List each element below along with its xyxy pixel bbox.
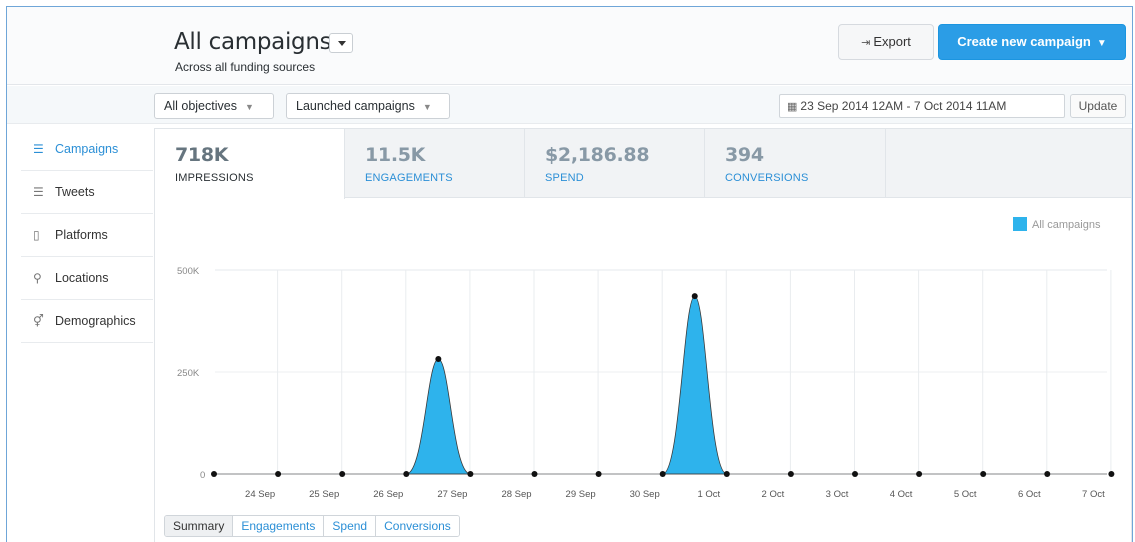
- campaign-status-dropdown[interactable]: Launched campaigns ▼: [286, 93, 450, 119]
- data-point: [531, 471, 538, 477]
- sidebar-item-label: Tweets: [55, 185, 95, 199]
- page-title: All campaigns: [174, 29, 332, 55]
- x-tick-label: 26 Sep: [373, 489, 403, 500]
- x-tick-label: 3 Oct: [826, 489, 849, 500]
- series-area: [406, 358, 471, 475]
- data-point: [659, 471, 666, 477]
- page-header: All campaigns Across all funding sources…: [7, 7, 1132, 85]
- y-tick-label: 250K: [177, 368, 200, 379]
- date-range-input[interactable]: ▦ 23 Sep 2014 12AM - 7 Oct 2014 11AM: [779, 94, 1065, 118]
- data-point: [852, 471, 858, 477]
- data-point: [435, 355, 442, 362]
- date-range-value: 23 Sep 2014 12AM - 7 Oct 2014 11AM: [800, 99, 1007, 113]
- data-point: [467, 471, 474, 477]
- chart-legend: All campaigns: [1013, 217, 1100, 231]
- y-tick-label: 0: [200, 470, 205, 481]
- filter-bar: All objectives ▼ Launched campaigns ▼ ▦ 23 …: [7, 86, 1132, 124]
- data-point: [916, 471, 923, 477]
- sidebar-item-locations[interactable]: ⚲ Locations: [21, 257, 153, 300]
- x-tick-label: 5 Oct: [954, 489, 977, 500]
- x-tick-label: 28 Sep: [501, 489, 531, 500]
- app-window: All campaigns Across all funding sources…: [6, 6, 1133, 542]
- objectives-dropdown[interactable]: All objectives ▼: [154, 93, 274, 119]
- sidebar-item-label: Demographics: [55, 314, 136, 328]
- export-icon: ⇥: [861, 37, 871, 49]
- device-icon: ▯: [33, 228, 40, 242]
- main-content: 718K IMPRESSIONS 11.5K ENGAGEMENTS $2,18…: [154, 128, 1132, 542]
- sidebar-item-tweets[interactable]: ☰ Tweets: [21, 171, 153, 214]
- legend-swatch: [1013, 217, 1027, 231]
- export-label: Export: [873, 34, 911, 49]
- subtab-engagements[interactable]: Engagements: [232, 516, 324, 536]
- data-point: [980, 471, 987, 477]
- campaign-status-label: Launched campaigns: [296, 99, 415, 113]
- objectives-label: All objectives: [164, 99, 237, 113]
- chevron-down-icon: ▼: [1096, 38, 1107, 49]
- chevron-down-icon: ▼: [422, 102, 432, 112]
- x-tick-label: 2 Oct: [762, 489, 785, 500]
- data-point: [403, 471, 410, 477]
- sidebar: ☰ Campaigns ☰ Tweets ▯ Platforms ⚲ Locations…: [21, 128, 153, 343]
- data-point: [723, 471, 730, 477]
- x-tick-label: 29 Sep: [566, 489, 596, 500]
- sidebar-item-campaigns[interactable]: ☰ Campaigns: [21, 128, 153, 171]
- sidebar-item-platforms[interactable]: ▯ Platforms: [21, 214, 153, 257]
- x-tick-label: 4 Oct: [890, 489, 913, 500]
- create-campaign-button[interactable]: Create new campaign ▼: [938, 24, 1126, 60]
- create-campaign-label: Create new campaign: [957, 34, 1091, 49]
- sidebar-item-label: Campaigns: [55, 142, 119, 156]
- series-area: [662, 295, 727, 475]
- data-point: [595, 471, 602, 477]
- x-tick-label: 24 Sep: [245, 489, 275, 500]
- subtab-spend[interactable]: Spend: [323, 516, 376, 536]
- chart-view-tabs: Summary Engagements Spend Conversions: [164, 515, 460, 537]
- legend-label: All campaigns: [1032, 219, 1101, 231]
- y-tick-label: 500K: [177, 266, 200, 277]
- data-point: [691, 293, 698, 300]
- pin-icon: ⚲: [33, 271, 42, 285]
- impressions-chart: 500K 250K 0 24 Sep 25 Sep 26 Sep 27 Sep 28 Sep 2…: [177, 266, 1115, 500]
- subtab-conversions[interactable]: Conversions: [375, 516, 459, 536]
- list-icon: ☰: [33, 185, 44, 199]
- x-tick-label: 30 Sep: [630, 489, 660, 500]
- campaign-selector-dropdown[interactable]: [329, 33, 353, 53]
- page-subtitle: Across all funding sources: [175, 60, 316, 74]
- chevron-down-icon: ▼: [244, 102, 254, 112]
- data-point: [339, 471, 346, 477]
- export-button[interactable]: ⇥ Export: [838, 24, 934, 60]
- data-point: [1108, 471, 1115, 477]
- subtab-summary[interactable]: Summary: [165, 516, 233, 536]
- list-icon: ☰: [33, 142, 44, 156]
- update-button[interactable]: Update: [1070, 94, 1126, 118]
- x-tick-label: 27 Sep: [437, 489, 467, 500]
- x-tick-label: 1 Oct: [697, 489, 720, 500]
- data-point: [275, 471, 282, 477]
- sidebar-item-label: Locations: [55, 271, 109, 285]
- data-point: [1044, 471, 1051, 477]
- sidebar-item-label: Platforms: [55, 228, 108, 242]
- gender-icon: ⚥: [33, 314, 44, 328]
- x-tick-label: 7 Oct: [1082, 489, 1105, 500]
- sidebar-item-demographics[interactable]: ⚥ Demographics: [21, 300, 153, 343]
- x-tick-label: 25 Sep: [309, 489, 339, 500]
- x-tick-label: 6 Oct: [1018, 489, 1041, 500]
- data-point: [211, 471, 217, 477]
- calendar-icon: ▦: [787, 101, 798, 113]
- data-point: [787, 471, 794, 477]
